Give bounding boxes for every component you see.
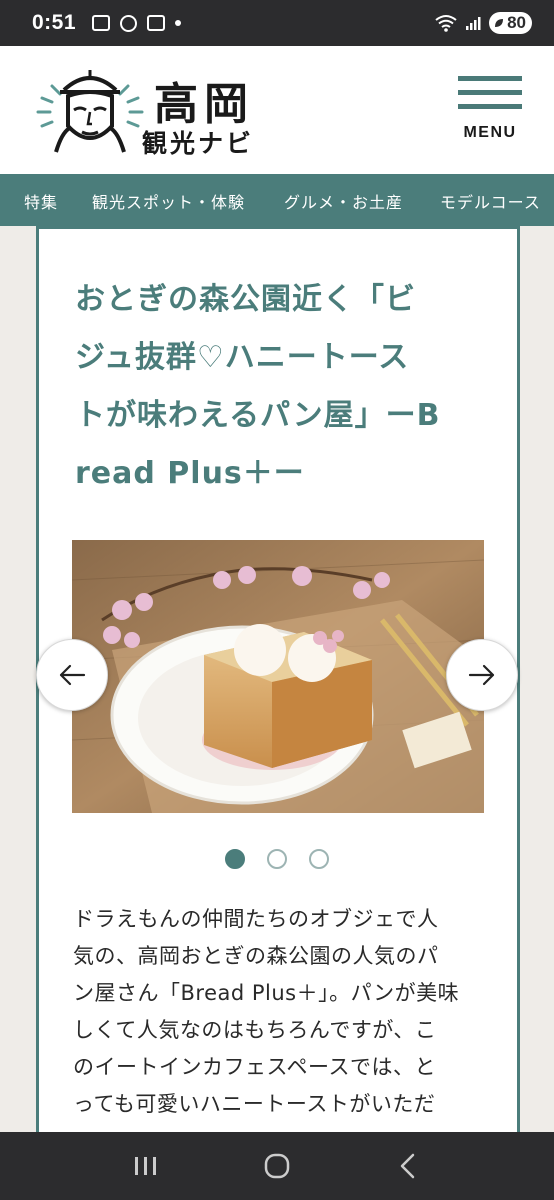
slider-dot-2[interactable] — [267, 849, 287, 869]
article-body-line: しくて人気なのはもちろんですが、こ — [73, 1018, 437, 1042]
android-nav-bar — [0, 1132, 554, 1200]
buddha-logo-icon — [36, 70, 144, 153]
nav-item-spots[interactable]: 観光スポット・体験 — [92, 189, 245, 213]
arrow-left-icon — [59, 664, 86, 686]
site-header: 高岡 観光ナビ MENU — [0, 46, 554, 174]
slide-photo-honey-toast[interactable] — [72, 540, 484, 813]
hamburger-icon — [458, 76, 522, 81]
article-body-line: っても可愛いハニートーストがいただ — [73, 1092, 436, 1116]
battery-indicator: 80 — [489, 12, 532, 34]
arrow-right-icon — [468, 664, 495, 686]
category-nav: 特集 観光スポット・体験 グルメ・お土産 モデルコース — [0, 174, 554, 226]
screenshot-icon — [92, 15, 111, 31]
recent-apps-icon — [134, 1157, 156, 1175]
home-icon — [264, 1153, 290, 1179]
calendar-icon — [147, 15, 166, 31]
logo-subtitle: 観光ナビ — [142, 129, 255, 158]
chrome-icon — [120, 14, 138, 32]
menu-label: MENU — [463, 124, 517, 141]
site-logo[interactable]: 高岡 観光ナビ — [34, 66, 284, 158]
article-body: ドラえもんの仲間たちのオブジェで人 気の、高岡おとぎの森公園の人気のパ ン屋さん… — [73, 901, 487, 1123]
article-body-line: ドラえもんの仲間たちのオブジェで人 — [73, 907, 439, 931]
back-icon — [401, 1153, 415, 1179]
nav-item-gourmet[interactable]: グルメ・お土産 — [284, 189, 403, 213]
hamburger-icon-bar — [458, 90, 522, 95]
nav-item-model-course[interactable]: モデルコース — [440, 189, 541, 213]
status-notification-icons — [92, 14, 182, 32]
slider-prev-button[interactable] — [36, 639, 108, 711]
status-time: 0:51 — [32, 11, 77, 34]
home-button[interactable] — [257, 1146, 297, 1186]
article-title: おとぎの森公園近く「ビ ジュ抜群♡ハニートース トが味わえるパン屋」ーB rea… — [75, 271, 495, 503]
article-title-line: おとぎの森公園近く「ビ — [75, 282, 416, 317]
nav-item-features[interactable]: 特集 — [24, 189, 58, 213]
background-right — [518, 226, 554, 1132]
slider-pagination — [225, 849, 329, 869]
more-notifications-icon — [175, 20, 182, 26]
article-title-line: ジュ抜群♡ハニートース — [75, 340, 410, 375]
menu-button[interactable]: MENU — [458, 76, 522, 142]
article-body-line: ン屋さん「Bread Plus＋」。パンが美味 — [73, 981, 460, 1005]
slider-next-button[interactable] — [446, 639, 518, 711]
recent-apps-button[interactable] — [126, 1146, 166, 1186]
signal-icon — [466, 17, 481, 30]
hamburger-icon-bar — [458, 104, 522, 109]
battery-saver-icon — [495, 19, 504, 27]
slider-dot-3[interactable] — [309, 849, 329, 869]
logo-title: 高岡 — [154, 79, 254, 130]
back-button[interactable] — [388, 1146, 428, 1186]
article-title-line: トが味わえるパン屋」ーB — [75, 398, 441, 433]
article-body-line: 気の、高岡おとぎの森公園の人気のパ — [73, 944, 439, 968]
wifi-icon — [435, 15, 457, 32]
battery-level: 80 — [507, 13, 526, 32]
honey-toast-photo — [72, 540, 484, 813]
slider-dot-1[interactable] — [225, 849, 245, 869]
article-title-line: read Plus＋ー — [75, 456, 305, 491]
background-left — [0, 226, 36, 1132]
status-bar: 0:51 80 — [0, 0, 554, 46]
article-body-line: のイートインカフェスペースでは、と — [73, 1055, 436, 1079]
